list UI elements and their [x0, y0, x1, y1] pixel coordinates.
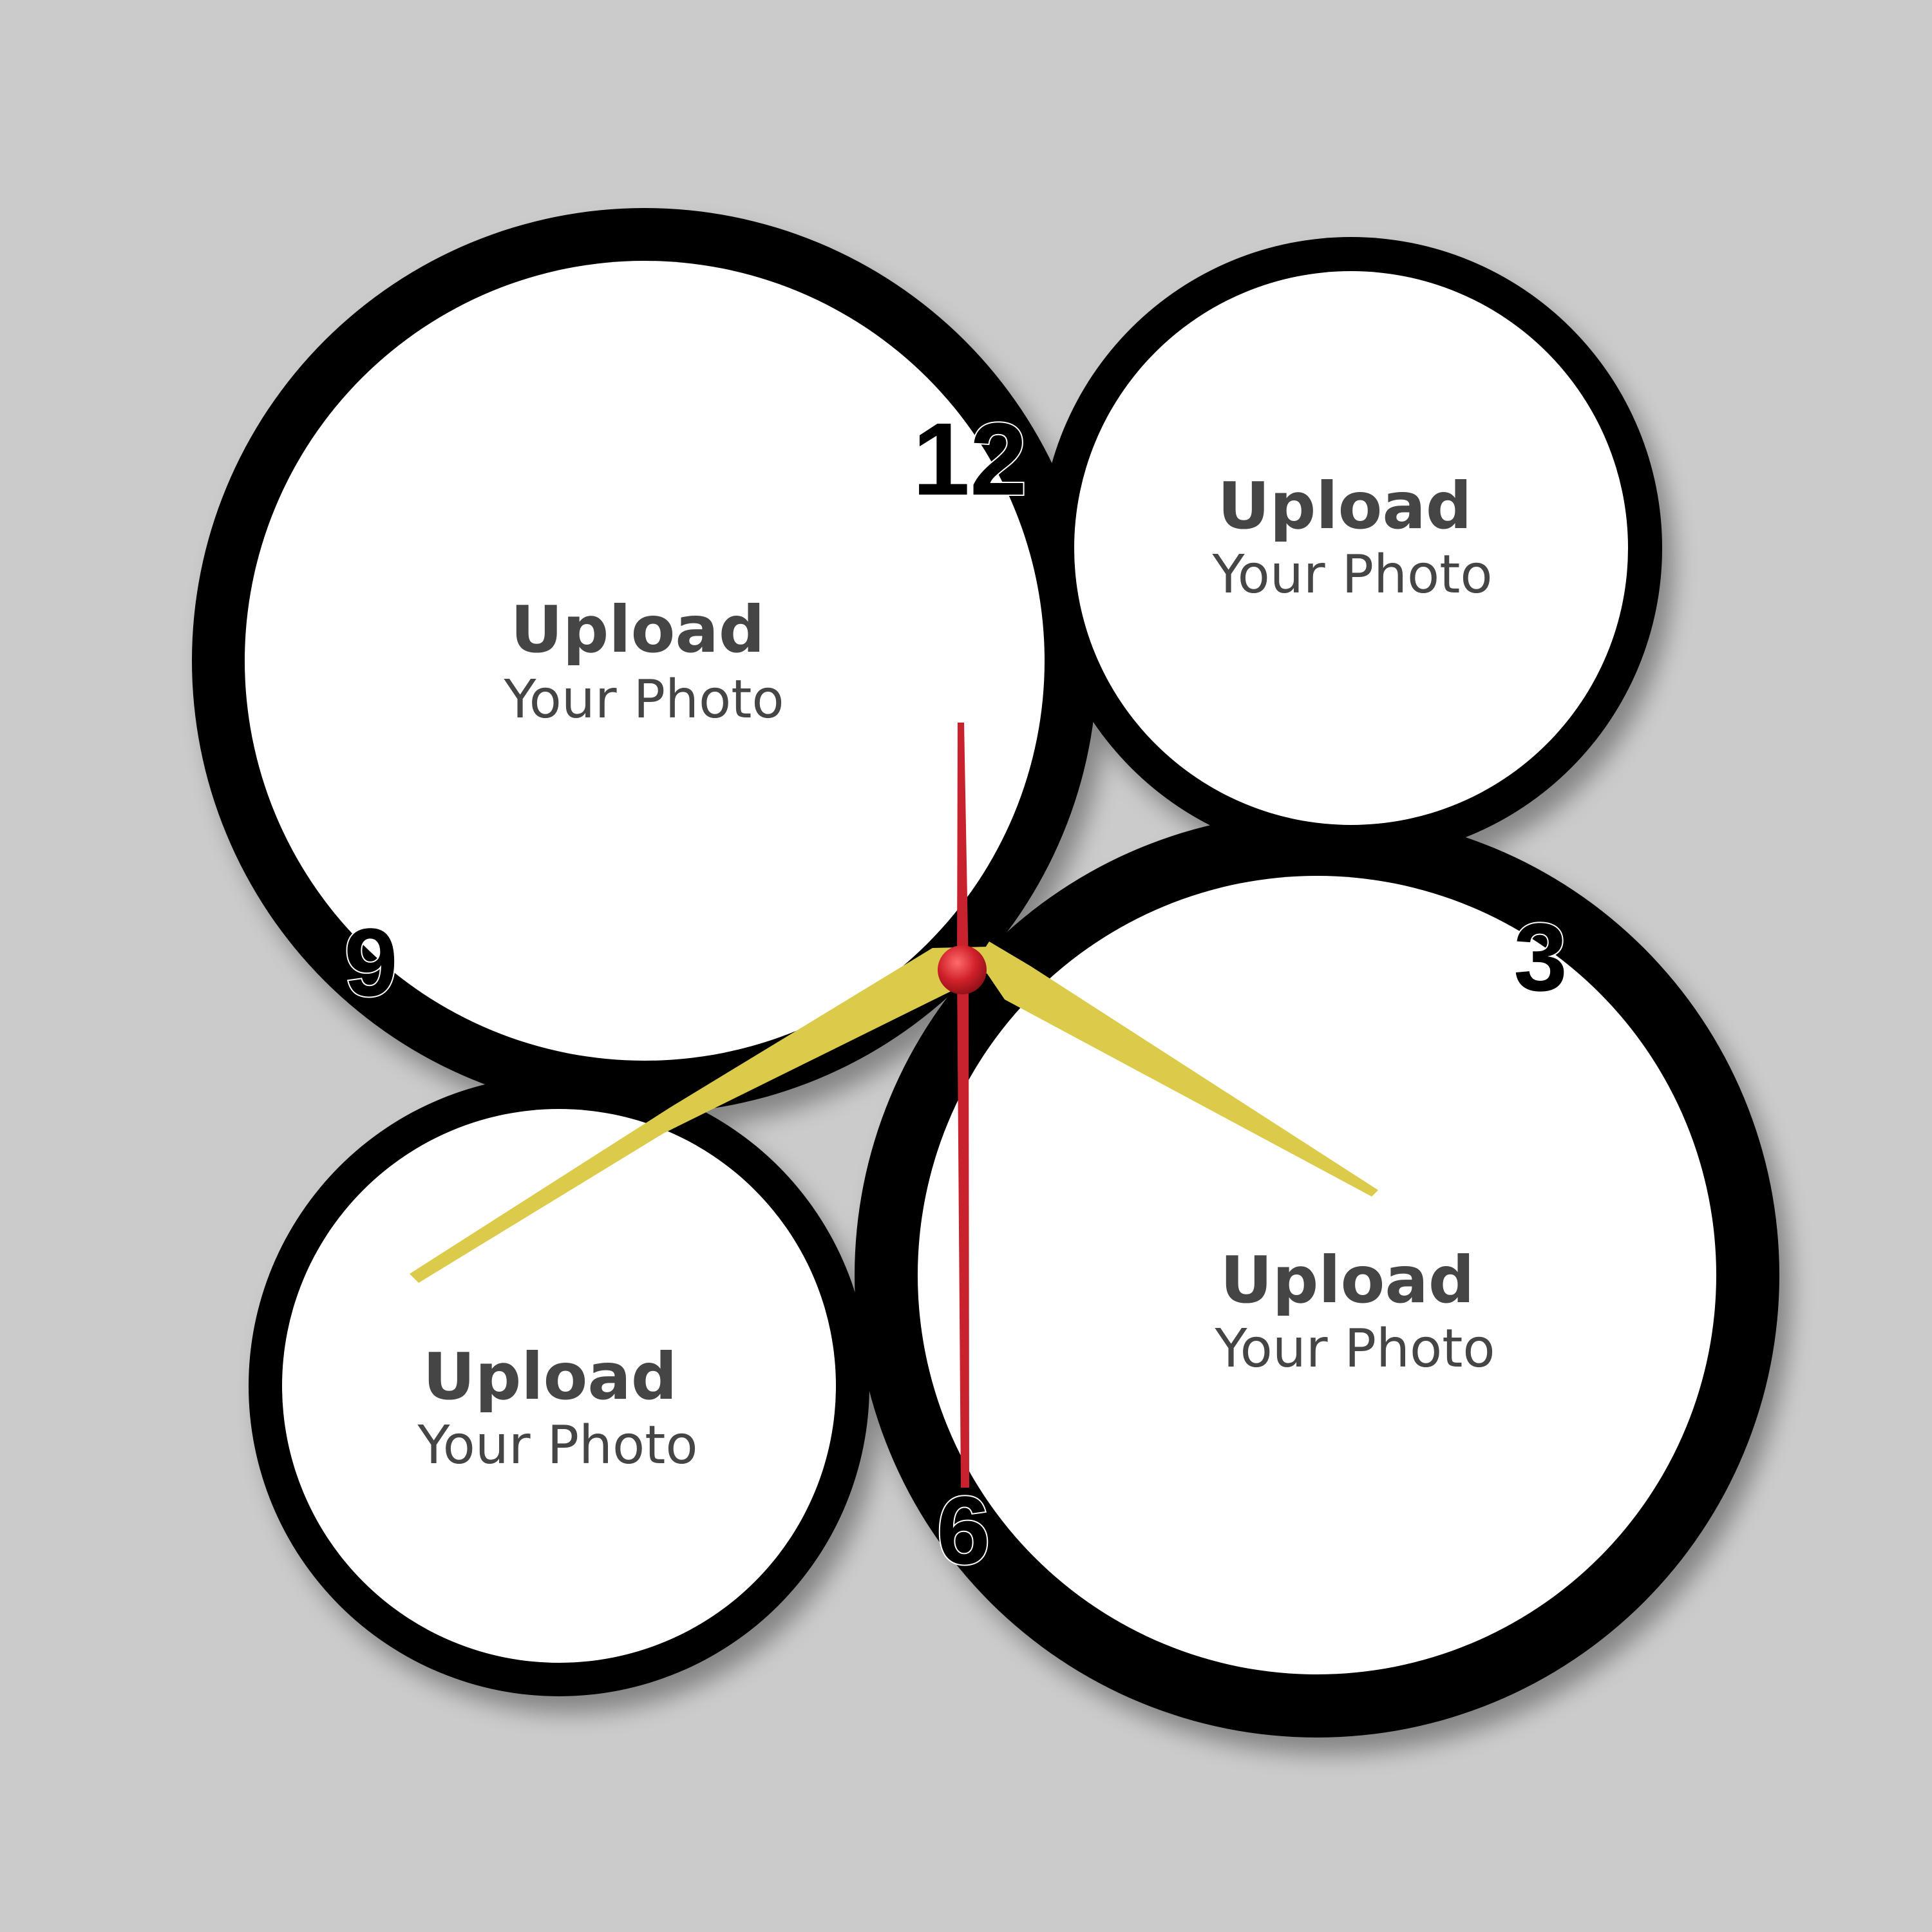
upload-title: Upload	[423, 1339, 677, 1414]
numeral-12: 12	[913, 401, 1027, 516]
numeral-6: 6	[936, 1476, 990, 1584]
upload-title: Upload	[1218, 468, 1472, 544]
photo-collage-clock: Upload Your Photo Upload Your Photo Uplo…	[192, 208, 1779, 1738]
upload-subtitle: Your Photo	[1214, 1318, 1495, 1379]
numeral-9: 9	[344, 908, 397, 1016]
upload-title: Upload	[511, 592, 765, 667]
center-cap-icon	[938, 945, 987, 994]
upload-title: Upload	[1220, 1242, 1475, 1318]
numeral-3: 3	[1513, 903, 1567, 1011]
upload-subtitle: Your Photo	[417, 1415, 697, 1476]
upload-subtitle: Your Photo	[503, 669, 784, 730]
upload-subtitle: Your Photo	[1211, 544, 1492, 605]
